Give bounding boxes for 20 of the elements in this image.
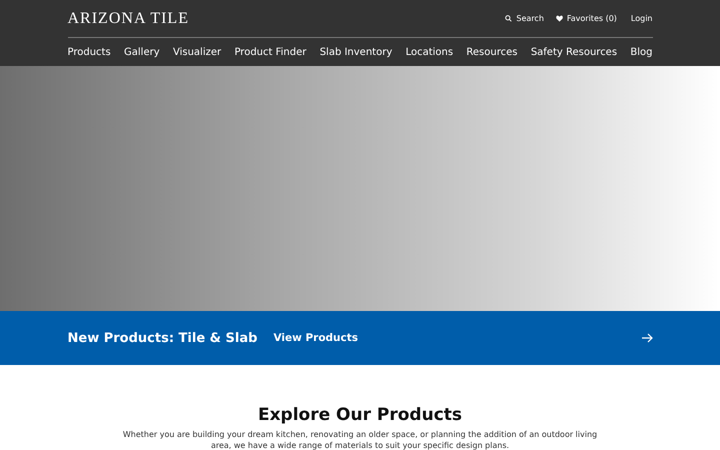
search-button[interactable]: Search <box>505 14 544 23</box>
nav-link[interactable]: Visualizer <box>172 46 222 58</box>
view-products-link[interactable]: View Products <box>273 332 358 344</box>
logo[interactable]: ARIZONA TILE <box>68 10 494 28</box>
promo-title: New Products: Tile & Slab <box>68 330 258 346</box>
heart-icon <box>556 15 563 22</box>
login-link[interactable]: Login <box>630 14 652 23</box>
nav-link[interactable]: Resources <box>466 46 518 58</box>
search-icon <box>505 15 512 22</box>
nav-link[interactable]: Products <box>68 46 111 58</box>
favorites-button[interactable]: Favorites (0) <box>556 14 617 23</box>
section-heading: Explore Our Products <box>256 405 464 425</box>
nav-link[interactable]: Locations <box>406 46 454 58</box>
arrow-right-icon[interactable] <box>642 333 652 343</box>
nav-link[interactable]: Slab Inventory <box>320 46 392 58</box>
nav-link[interactable]: Product Finder <box>234 46 306 58</box>
nav-link[interactable]: Blog <box>630 46 652 58</box>
nav-link[interactable]: Safety Resources <box>530 46 618 58</box>
section-description: Whether you are building your dream kitchen, renovating an older space, or planning the addition of an outdoor living area, we have a wide range of materials to suit your specific design plans. <box>122 429 598 450</box>
nav-link[interactable]: Gallery <box>124 46 160 58</box>
